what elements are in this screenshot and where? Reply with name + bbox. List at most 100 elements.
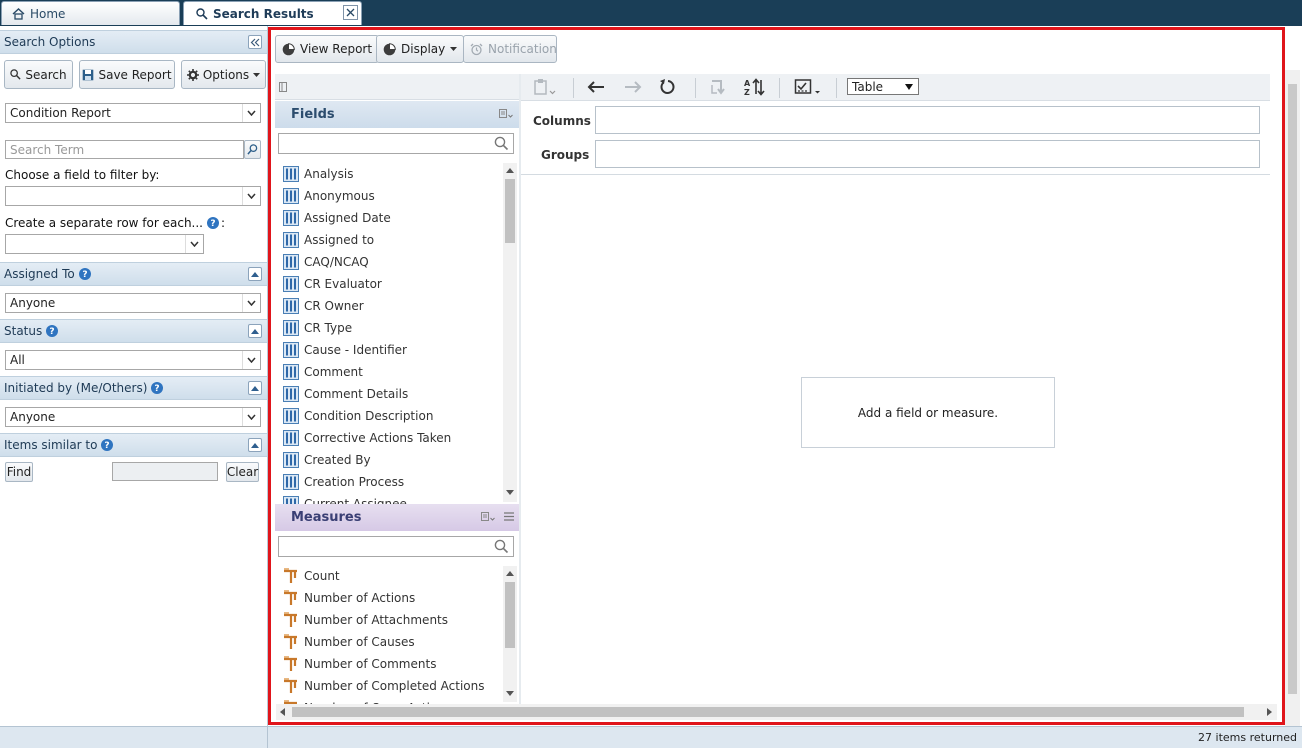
chevron-up-icon: [251, 271, 259, 277]
field-item[interactable]: Anonymous: [276, 185, 502, 207]
field-item-label: CR Type: [304, 321, 353, 335]
workspace-vertical-scrollbar[interactable]: [1285, 70, 1300, 728]
assigned-to-title: Assigned To: [4, 267, 75, 281]
display-dropdown-button[interactable]: Display: [376, 35, 465, 63]
initiated-by-select[interactable]: Anyone: [5, 407, 261, 427]
options-dropdown-button[interactable]: Options: [181, 60, 266, 89]
field-item[interactable]: Comment: [276, 361, 502, 383]
fields-search-input[interactable]: [278, 133, 514, 154]
columns-label: Columns: [533, 114, 591, 128]
reset-icon[interactable]: [659, 78, 677, 96]
scroll-up-icon[interactable]: [506, 168, 514, 173]
undo-icon[interactable]: [587, 78, 607, 96]
field-item[interactable]: CR Evaluator: [276, 273, 502, 295]
help-icon[interactable]: ?: [78, 268, 91, 280]
field-item[interactable]: Analysis: [276, 163, 502, 185]
expand-pane-icon[interactable]: [279, 82, 287, 92]
help-icon[interactable]: ?: [46, 325, 59, 337]
field-item[interactable]: Cause - Identifier: [276, 339, 502, 361]
workspace-scroll-thumb[interactable]: [1288, 84, 1297, 694]
collapse-status-button[interactable]: [248, 324, 262, 338]
separate-row-select[interactable]: [5, 234, 204, 254]
horizontal-scrollbar[interactable]: [276, 704, 1277, 720]
pane-splitter[interactable]: [519, 74, 521, 704]
measure-ruler-icon: [283, 590, 299, 606]
columns-drop-zone[interactable]: [595, 106, 1260, 134]
scroll-up-icon[interactable]: [506, 571, 514, 576]
view-report-button[interactable]: View Report: [275, 35, 380, 63]
measure-item-label: Number of Actions: [304, 591, 416, 605]
fields-scroll-thumb[interactable]: [505, 179, 515, 243]
measure-item[interactable]: Number of Actions: [276, 587, 502, 609]
field-item[interactable]: Created By: [276, 449, 502, 471]
scroll-down-icon[interactable]: [506, 490, 514, 495]
scroll-right-icon[interactable]: [1267, 708, 1272, 716]
measure-item[interactable]: Number of Comments: [276, 653, 502, 675]
field-item[interactable]: Assigned to: [276, 229, 502, 251]
measure-item[interactable]: Number of Open Actions: [276, 697, 502, 704]
fields-scrollbar[interactable]: [503, 163, 517, 502]
clear-button[interactable]: Clear: [226, 462, 259, 482]
filter-field-select[interactable]: [5, 186, 261, 206]
measure-list-menu-icon[interactable]: [481, 512, 495, 522]
field-column-icon: [283, 452, 299, 468]
field-item[interactable]: Condition Description: [276, 405, 502, 427]
field-item[interactable]: Current Assignee: [276, 493, 502, 504]
tab-search-results[interactable]: Search Results: [183, 1, 362, 25]
groups-drop-zone[interactable]: [595, 140, 1260, 168]
close-tab-button[interactable]: [343, 5, 358, 20]
measure-item[interactable]: Number of Completed Actions: [276, 675, 502, 697]
transpose-icon[interactable]: [709, 78, 729, 96]
field-item-label: CR Owner: [304, 299, 364, 313]
similar-item-input[interactable]: [112, 462, 218, 481]
help-icon[interactable]: ?: [101, 439, 114, 451]
field-column-icon: [283, 386, 299, 402]
collapse-assigned-to-button[interactable]: [248, 267, 262, 281]
assigned-to-select[interactable]: Anyone: [5, 293, 261, 313]
field-item[interactable]: CR Owner: [276, 295, 502, 317]
report-type-select[interactable]: Condition Report: [5, 103, 261, 123]
hamburger-icon[interactable]: [504, 512, 514, 521]
field-item[interactable]: Assigned Date: [276, 207, 502, 229]
measure-item[interactable]: Number of Causes: [276, 631, 502, 653]
field-item[interactable]: CAQ/NCAQ: [276, 251, 502, 273]
caret-down-icon: [905, 84, 913, 90]
field-list-menu-icon[interactable]: [499, 109, 513, 119]
sort-icon[interactable]: AZ: [744, 78, 766, 96]
field-column-icon: [283, 364, 299, 380]
measure-item[interactable]: Number of Attachments: [276, 609, 502, 631]
redo-icon[interactable]: [622, 78, 642, 96]
measures-scrollbar[interactable]: [503, 566, 517, 702]
field-item-label: Comment Details: [304, 387, 409, 401]
view-type-select[interactable]: Table: [847, 78, 919, 95]
find-button[interactable]: Find: [5, 462, 33, 482]
field-item[interactable]: Corrective Actions Taken: [276, 427, 502, 449]
field-item[interactable]: Creation Process: [276, 471, 502, 493]
scroll-down-icon[interactable]: [506, 691, 514, 696]
search-icon: [247, 144, 258, 155]
search-term-button[interactable]: [244, 140, 261, 159]
search-icon: [494, 539, 509, 554]
measures-search-input[interactable]: [278, 536, 514, 557]
collapse-items-similar-button[interactable]: [248, 438, 262, 452]
checklist-icon[interactable]: [794, 78, 824, 96]
paste-icon[interactable]: [533, 78, 557, 96]
help-icon[interactable]: ?: [207, 217, 219, 229]
measure-item[interactable]: Count: [276, 565, 502, 587]
status-select[interactable]: All: [5, 350, 261, 370]
measures-scroll-thumb[interactable]: [505, 582, 515, 648]
help-icon[interactable]: ?: [151, 382, 164, 394]
notification-button[interactable]: Notification: [463, 35, 557, 63]
horizontal-scroll-thumb[interactable]: [292, 707, 1244, 717]
collapse-initiated-by-button[interactable]: [248, 381, 262, 395]
field-item[interactable]: Comment Details: [276, 383, 502, 405]
save-report-button[interactable]: Save Report: [79, 60, 175, 89]
search-button[interactable]: Search: [4, 60, 73, 89]
field-column-icon: [283, 342, 299, 358]
scroll-left-icon[interactable]: [280, 708, 285, 716]
search-term-input[interactable]: Search Term: [5, 140, 244, 159]
filter-field-label: Choose a field to filter by:: [5, 168, 160, 182]
collapse-panel-button[interactable]: [248, 35, 262, 49]
tab-home[interactable]: Home: [1, 1, 180, 25]
field-item[interactable]: CR Type: [276, 317, 502, 339]
